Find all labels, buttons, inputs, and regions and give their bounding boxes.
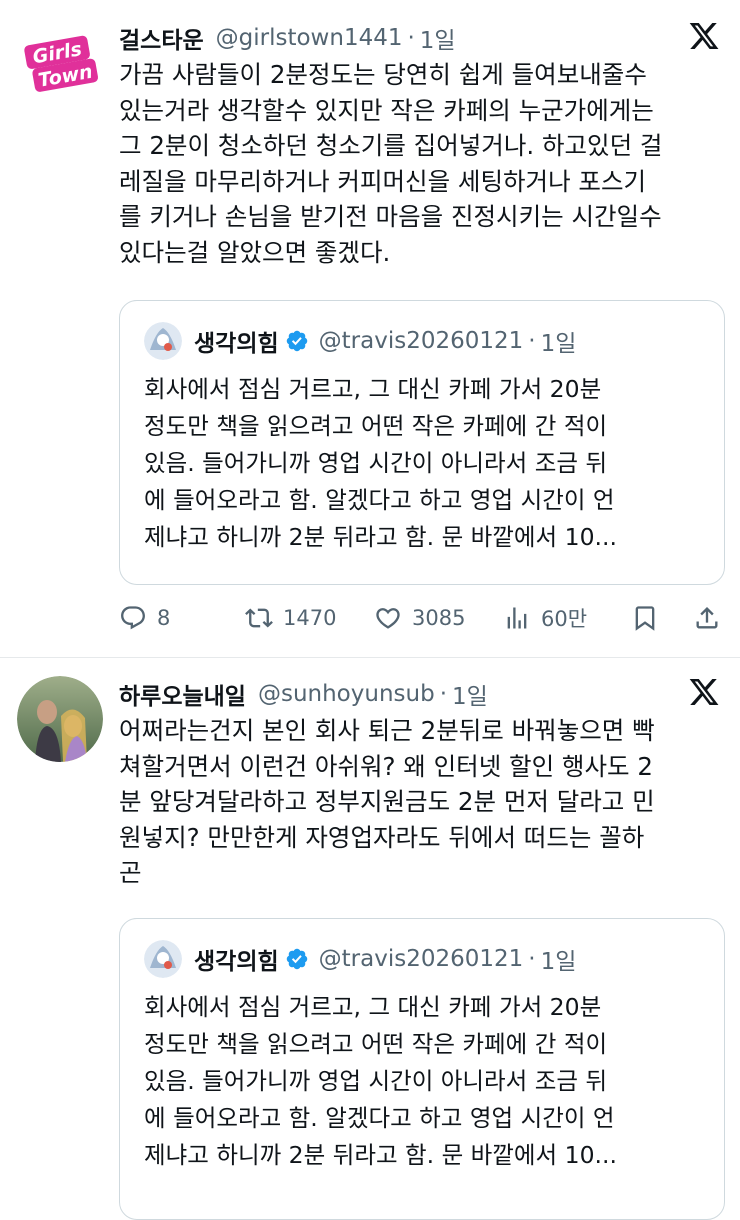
- tweet-header: 하루오늘내일 @sunhoyunsub · 1일: [119, 674, 670, 714]
- display-name[interactable]: 하루오늘내일: [119, 677, 246, 711]
- quoted-display-name[interactable]: 생각의힘: [194, 942, 279, 976]
- quoted-tweet-header: 생각의힘 @travis20260121 · 1일: [144, 321, 714, 361]
- tweet-text: 어쩌라는건지 본인 회사 퇴근 2분뒤로 바꿔놓으면 빡 쳐할거면서 이런건 아…: [119, 716, 655, 887]
- quoted-avatar[interactable]: [144, 322, 182, 360]
- tweet-text: 가끔 사람들이 2분정도는 당연히 쉽게 들여보내줄수 있는거라 생각할수 있지…: [119, 60, 663, 267]
- timestamp[interactable]: 1일: [452, 677, 488, 711]
- bookmark-icon: [635, 606, 655, 631]
- tweet-header: 걸스타운 @girlstown1441 · 1일: [119, 18, 670, 58]
- quoted-user-handle[interactable]: @travis20260121: [319, 328, 524, 354]
- user-handle[interactable]: @girlstown1441: [216, 25, 403, 51]
- avatar-image: [17, 676, 103, 762]
- quoted-avatar[interactable]: [144, 940, 182, 978]
- views-button[interactable]: 60만: [503, 598, 587, 638]
- separator-dot: ·: [528, 946, 536, 972]
- avatar-image: [144, 322, 182, 360]
- quoted-tweet[interactable]: 생각의힘 @travis20260121 · 1일 회사에서 점심 거르고, 그…: [119, 918, 725, 1220]
- views-icon: [507, 607, 527, 629]
- avatar[interactable]: Girls Town: [17, 20, 103, 106]
- separator-dot: ·: [528, 328, 536, 354]
- retweet-count: 1470: [283, 606, 337, 630]
- views-count: 60만: [541, 607, 588, 631]
- verified-badge-icon: [286, 948, 307, 970]
- action-bar: 8 1470 3085 60만: [119, 598, 723, 638]
- retweet-icon: [245, 608, 273, 628]
- verified-badge-icon: [286, 330, 307, 352]
- tweet[interactable]: Girls Town 걸스타운 @girlstown1441 · 1일 가끔 사…: [0, 0, 740, 658]
- quoted-tweet-header: 생각의힘 @travis20260121 · 1일: [144, 939, 714, 979]
- avatar[interactable]: [17, 676, 103, 762]
- separator-dot: ·: [407, 25, 415, 51]
- quoted-user-handle[interactable]: @travis20260121: [319, 946, 524, 972]
- like-icon: [376, 608, 400, 629]
- quoted-timestamp[interactable]: 1일: [541, 324, 577, 358]
- retweet-button[interactable]: 1470: [245, 598, 336, 638]
- separator-dot: ·: [439, 681, 447, 707]
- share-icon: [696, 607, 718, 629]
- x-logo-icon[interactable]: [688, 20, 720, 52]
- reply-icon: [121, 606, 145, 630]
- like-count: 3085: [412, 606, 466, 630]
- quoted-display-name[interactable]: 생각의힘: [194, 324, 279, 358]
- reply-count: 8: [157, 606, 171, 630]
- x-logo-icon[interactable]: [688, 676, 720, 708]
- timestamp[interactable]: 1일: [420, 21, 456, 55]
- avatar-image: [144, 940, 182, 978]
- tweet[interactable]: 하루오늘내일 @sunhoyunsub · 1일 어쩌라는건지 본인 회사 퇴근…: [0, 658, 740, 1220]
- quoted-tweet-text: 회사에서 점심 거르고, 그 대신 카페 가서 20분 정도만 책을 읽으려고 …: [144, 993, 617, 1169]
- user-handle[interactable]: @sunhoyunsub: [258, 681, 435, 707]
- share-button[interactable]: [693, 598, 731, 638]
- bookmark-button[interactable]: [631, 598, 669, 638]
- quoted-timestamp[interactable]: 1일: [541, 942, 577, 976]
- reply-button[interactable]: 8: [119, 598, 170, 638]
- like-button[interactable]: 3085: [374, 598, 465, 638]
- girlstown-logo-avatar: Girls Town: [17, 20, 103, 106]
- quoted-tweet-text: 회사에서 점심 거르고, 그 대신 카페 가서 20분 정도만 책을 읽으려고 …: [144, 375, 617, 551]
- display-name[interactable]: 걸스타운: [119, 21, 204, 55]
- quoted-tweet[interactable]: 생각의힘 @travis20260121 · 1일 회사에서 점심 거르고, 그…: [119, 300, 725, 585]
